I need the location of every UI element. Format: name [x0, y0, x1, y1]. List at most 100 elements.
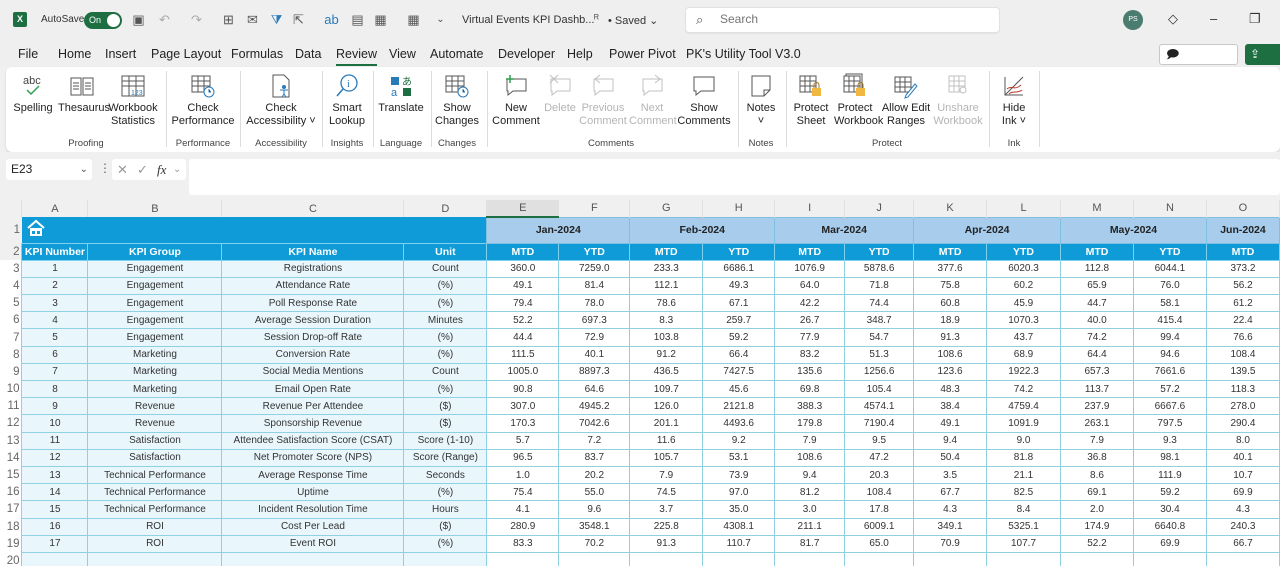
- label-cell[interactable]: Event ROI: [221, 534, 405, 553]
- value-cell[interactable]: 49.1: [913, 414, 988, 433]
- value-cell[interactable]: 2121.8: [702, 397, 776, 416]
- row-header[interactable]: 14: [0, 449, 22, 467]
- row-header[interactable]: 17: [0, 500, 22, 518]
- value-cell[interactable]: 307.0: [486, 397, 560, 416]
- label-cell[interactable]: (%): [403, 328, 488, 347]
- label-cell[interactable]: Technical Performance: [87, 465, 223, 485]
- enter-formula-icon[interactable]: ✓: [137, 159, 148, 180]
- value-cell[interactable]: 107.7: [986, 534, 1061, 553]
- value-cell[interactable]: 4.1: [486, 500, 560, 519]
- value-cell[interactable]: 436.5: [629, 362, 704, 382]
- value-cell[interactable]: 74.4: [844, 294, 915, 313]
- row-header[interactable]: 4: [0, 277, 22, 295]
- value-cell[interactable]: 139.5: [1205, 362, 1280, 382]
- allow-edit-ranges-button[interactable]: Allow Edit Ranges: [880, 73, 932, 128]
- value-cell[interactable]: 69.9: [1205, 483, 1280, 502]
- value-cell[interactable]: 61.2: [1205, 294, 1280, 313]
- value-cell[interactable]: 43.7: [986, 328, 1061, 347]
- label-cell[interactable]: Sponsorship Revenue: [221, 414, 405, 433]
- name-box[interactable]: E23 ⌄: [6, 159, 92, 180]
- value-cell[interactable]: 83.3: [486, 534, 560, 553]
- label-cell[interactable]: 8: [21, 379, 89, 399]
- value-cell[interactable]: 6044.1: [1132, 259, 1207, 278]
- label-cell[interactable]: 17: [21, 534, 89, 553]
- value-cell[interactable]: 211.1: [774, 517, 846, 536]
- value-cell[interactable]: 4308.1: [702, 517, 776, 536]
- value-cell[interactable]: 118.3: [1205, 379, 1280, 399]
- empty-cell[interactable]: [87, 551, 223, 566]
- value-cell[interactable]: 76.6: [1205, 328, 1280, 347]
- save-icon[interactable]: ▣: [131, 12, 146, 27]
- value-cell[interactable]: 77.9: [774, 328, 846, 347]
- value-cell[interactable]: 49.1: [486, 276, 560, 296]
- empty-cell[interactable]: [403, 551, 488, 566]
- value-cell[interactable]: 91.2: [629, 345, 704, 364]
- row-header[interactable]: 18: [0, 518, 22, 536]
- empty-cell[interactable]: [558, 551, 631, 566]
- value-cell[interactable]: 112.8: [1060, 259, 1134, 278]
- label-cell[interactable]: Poll Response Rate: [221, 294, 405, 313]
- value-cell[interactable]: 7190.4: [844, 414, 915, 433]
- label-cell[interactable]: Engagement: [87, 328, 223, 347]
- formula-input[interactable]: [189, 159, 1280, 195]
- value-cell[interactable]: 7427.5: [702, 362, 776, 382]
- value-cell[interactable]: 240.3: [1205, 517, 1280, 536]
- value-cell[interactable]: 1.0: [486, 465, 560, 485]
- value-cell[interactable]: 40.0: [1060, 311, 1134, 330]
- column-header-i[interactable]: I: [774, 200, 846, 217]
- value-cell[interactable]: 657.3: [1060, 362, 1134, 382]
- value-cell[interactable]: 45.6: [702, 379, 776, 399]
- search-box[interactable]: ⌕: [685, 7, 1000, 33]
- value-cell[interactable]: 36.8: [1060, 448, 1134, 467]
- value-cell[interactable]: 2.0: [1060, 500, 1134, 519]
- empty-cell[interactable]: [629, 551, 704, 566]
- value-cell[interactable]: 59.2: [1132, 483, 1207, 502]
- value-cell[interactable]: 109.7: [629, 379, 704, 399]
- value-cell[interactable]: 9.3: [1132, 431, 1207, 450]
- value-cell[interactable]: 7.9: [774, 431, 846, 450]
- value-cell[interactable]: 81.2: [774, 483, 846, 502]
- value-cell[interactable]: 280.9: [486, 517, 560, 536]
- label-cell[interactable]: Count: [403, 362, 488, 382]
- search-input[interactable]: [720, 12, 980, 26]
- value-cell[interactable]: 8.0: [1205, 431, 1280, 450]
- column-header-l[interactable]: L: [986, 200, 1061, 217]
- column-header-e[interactable]: E: [486, 200, 560, 218]
- value-cell[interactable]: 67.7: [913, 483, 988, 502]
- tab-pk-utility-tool[interactable]: PK's Utility Tool V3.0: [686, 47, 801, 61]
- column-header-o[interactable]: O: [1206, 200, 1280, 217]
- value-cell[interactable]: 74.5: [629, 483, 704, 502]
- comments-button[interactable]: 🗩 Comments: [1159, 44, 1238, 80]
- value-cell[interactable]: 21.1: [986, 465, 1061, 485]
- row-header[interactable]: 20: [0, 552, 22, 566]
- value-cell[interactable]: 797.5: [1132, 414, 1207, 433]
- value-cell[interactable]: 1922.3: [986, 362, 1061, 382]
- value-cell[interactable]: 49.3: [702, 276, 776, 296]
- row-header[interactable]: 19: [0, 535, 22, 553]
- empty-cell[interactable]: [913, 551, 988, 566]
- tab-help[interactable]: Help: [567, 47, 593, 61]
- value-cell[interactable]: 108.4: [1205, 345, 1280, 364]
- value-cell[interactable]: 35.0: [702, 500, 776, 519]
- empty-cell[interactable]: [1205, 551, 1280, 566]
- value-cell[interactable]: 108.6: [913, 345, 988, 364]
- new-comment-button[interactable]: New Comment: [491, 73, 541, 128]
- column-header-c[interactable]: C: [221, 200, 405, 217]
- label-cell[interactable]: Engagement: [87, 259, 223, 278]
- value-cell[interactable]: 40.1: [558, 345, 631, 364]
- value-cell[interactable]: 70.2: [558, 534, 631, 553]
- more-options-icon[interactable]: ⋮: [99, 161, 111, 175]
- label-cell[interactable]: 9: [21, 397, 89, 416]
- value-cell[interactable]: 64.4: [1060, 345, 1134, 364]
- value-cell[interactable]: 7661.6: [1132, 362, 1207, 382]
- value-cell[interactable]: 259.7: [702, 311, 776, 330]
- label-cell[interactable]: Marketing: [87, 379, 223, 399]
- column-header-h[interactable]: H: [702, 200, 776, 217]
- value-cell[interactable]: 42.2: [774, 294, 846, 313]
- label-cell[interactable]: Net Promoter Score (NPS): [221, 448, 405, 467]
- value-cell[interactable]: 75.8: [913, 276, 988, 296]
- value-cell[interactable]: 5325.1: [986, 517, 1061, 536]
- label-cell[interactable]: 1: [21, 259, 89, 278]
- value-cell[interactable]: 40.1: [1205, 448, 1280, 467]
- value-cell[interactable]: 8.6: [1060, 465, 1134, 485]
